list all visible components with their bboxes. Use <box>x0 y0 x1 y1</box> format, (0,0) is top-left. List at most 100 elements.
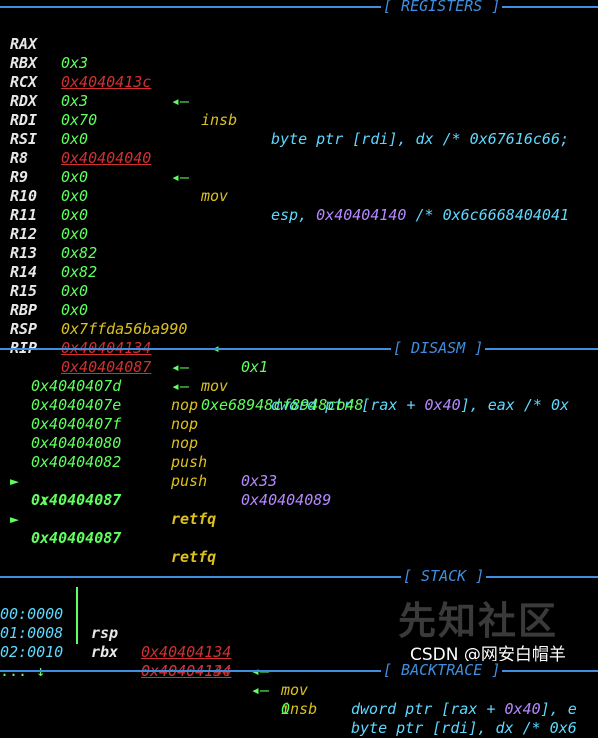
disasm-addr: 0x40404087 <box>31 529 122 547</box>
arg-number: 0x40 <box>504 700 541 718</box>
reg-row-r10: R10 0x0 <box>0 168 88 224</box>
stack-reg: rbx <box>91 643 119 661</box>
disasm-addr: 0x4040407d <box>31 377 122 395</box>
disasm-row: 0x4040407e nop <box>0 377 198 433</box>
registers-title: [ REGISTERS ] <box>381 0 503 16</box>
instr-args: esp, 0x40404140 /* 0x6c6668404041 <box>271 206 569 225</box>
reg-value: 0x70 <box>61 111 98 129</box>
reg-value-link[interactable]: 0x4040413c <box>61 73 151 92</box>
stack-title: [ STACK ] <box>401 567 487 586</box>
reg-row-rax: RAX 0x3 <box>0 16 88 72</box>
reg-row-rsi: RSI 0x40404040 ◂— mov esp, 0x40404140 /*… <box>0 111 569 224</box>
disasm-title: [ DISASM ] <box>391 339 486 358</box>
instr-op: mov <box>201 187 229 205</box>
disasm-op: push <box>171 453 208 471</box>
stack-divider <box>76 587 78 644</box>
deref-arrow: ◂— <box>171 377 190 395</box>
deref-value: 0xe68948cf8948cb48 <box>201 396 364 414</box>
stack-addr-link[interactable]: 0x40404134 <box>141 643 231 662</box>
arg-text: ], e <box>540 700 577 718</box>
instr-op: insb <box>201 111 238 129</box>
stack-row: 01:0008 rbx 0x4040413c ◂— insb byte ptr … <box>0 605 577 737</box>
reg-row-rdi: RDI 0x0 <box>0 92 88 148</box>
instr-op: mov <box>281 681 309 699</box>
reg-value: 0x0 <box>61 130 89 148</box>
reg-row-rbx: RBX 0x4040413c ◂— insb byte ptr [rdi], d… <box>0 35 569 148</box>
disasm-jump-arrow: ↓ <box>0 472 49 509</box>
deref-arrow: ◂— <box>171 92 190 110</box>
disasm-addr: 0x40404082 <box>31 453 122 471</box>
deref-arrow: ◂— <box>251 681 270 699</box>
reg-row-r13: R13 0x82 <box>0 225 97 281</box>
reg-value-link[interactable]: 0x40404040 <box>61 149 151 168</box>
reg-row-r12: R12 0x82 <box>0 206 97 262</box>
disasm-op: nop <box>171 434 199 452</box>
reg-row-rcx: RCX 0x3 <box>0 54 88 110</box>
reg-value: 0x0 <box>61 225 89 243</box>
stack-row: 02:0010 0x40404144 ◂— 0 <box>0 624 290 718</box>
backtrace-title: [ BACKTRACE ] <box>381 661 503 680</box>
disasm-row-current: ► 0x40404087 retfq <box>0 491 216 566</box>
disasm-arg: 0x40404089 <box>241 491 332 509</box>
down-arrow-icon: ↓ <box>40 491 50 509</box>
reg-row-rsp: RSP 0x40404134 ◂— mov dword ptr [rax + 0… <box>0 301 569 414</box>
deref-value: 0 <box>281 700 291 718</box>
stack-reg: rsp <box>91 624 119 642</box>
disasm-op: nop <box>171 415 199 433</box>
reg-value: 0x0 <box>61 206 89 224</box>
reg-row-r14: R14 0x0 <box>0 244 88 300</box>
reg-value: 0x3 <box>61 92 89 110</box>
deref-value: 0x1 <box>241 358 269 376</box>
disasm-op: nop <box>171 396 199 414</box>
reg-value: 0x7ffda56ba990 <box>61 320 188 338</box>
registers-header: [ REGISTERS ] <box>0 0 598 16</box>
disasm-row: 0x40404082 push 0x40404089 <box>0 434 331 509</box>
reg-row-r11: R11 0x0 <box>0 187 88 243</box>
reg-value-link[interactable]: 0x40404087 <box>61 358 151 377</box>
instr-op: mov <box>201 377 229 395</box>
reg-row-rip: RIP 0x40404087 ◂— 0xe68948cf8948cb48 <box>0 320 364 414</box>
instr-args: dword ptr [rax + 0x40], e <box>351 700 577 719</box>
reg-row-r15: R15 0x0 <box>0 263 88 319</box>
instr-args: byte ptr [rdi], dx /* 0x6 <box>351 719 577 737</box>
reg-value: 0x0 <box>61 187 89 205</box>
arg-text: ], <box>460 396 488 414</box>
stack-more: ... ↓ <box>0 643 45 680</box>
disasm-header: [ DISASM ] <box>0 339 598 358</box>
arg-comment: /* 0x6c6668404041 <box>406 206 570 224</box>
reg-value: 0x0 <box>61 282 89 300</box>
arg-text: dword ptr [rax + <box>351 700 505 718</box>
deref-arrow: ◂— <box>171 168 190 186</box>
backtrace-header: [ BACKTRACE ] <box>0 661 598 680</box>
disasm-row: 0x4040407f nop <box>0 396 198 452</box>
reg-value: 0x0 <box>61 168 89 186</box>
disasm-row-current: ► 0x40404087 retfq <box>0 453 216 528</box>
arg-register: eax <box>487 396 515 414</box>
arg-text: esp, <box>271 206 317 224</box>
disasm-row: 0x4040407d nop <box>0 358 198 414</box>
stack-row: 00:0000 rsp 0x40404134 ◂— mov dword ptr … <box>0 586 577 718</box>
disasm-addr: 0x40404080 <box>31 434 122 452</box>
reg-row-rbp: RBP 0x7ffda56ba990 ◂— 0x1 <box>0 282 268 376</box>
reg-value: 0x3 <box>61 54 89 72</box>
disasm-op: push <box>171 472 208 490</box>
disasm-op: retfq <box>171 548 217 566</box>
stack-header: [ STACK ] <box>0 567 598 586</box>
current-marker-icon: ► <box>10 510 20 528</box>
arg-number: 0x40404140 <box>316 206 407 224</box>
reg-row-r9: R9 0x0 <box>0 149 88 205</box>
reg-row-rdx: RDX 0x70 <box>0 73 97 129</box>
deref-arrow: ◂— <box>171 358 190 376</box>
arg-number: 0x40 <box>424 396 461 414</box>
disasm-op: retfq <box>171 510 217 528</box>
reg-value: 0x0 <box>61 301 89 319</box>
watermark-logo-text: 先知社区 <box>398 599 559 643</box>
disasm-row: 0x40404080 push 0x33 <box>0 415 277 490</box>
disasm-addr: 0x4040407e <box>31 396 122 414</box>
reg-row-r8: R8 0x0 <box>0 130 88 186</box>
disasm-addr: 0x4040407f <box>31 415 122 433</box>
disasm-arg: 0x33 <box>241 472 278 490</box>
reg-value: 0x82 <box>61 263 98 281</box>
instr-args: byte ptr [rdi], dx /* 0x67616c66; <box>271 130 570 148</box>
reg-value: 0x82 <box>61 244 98 262</box>
